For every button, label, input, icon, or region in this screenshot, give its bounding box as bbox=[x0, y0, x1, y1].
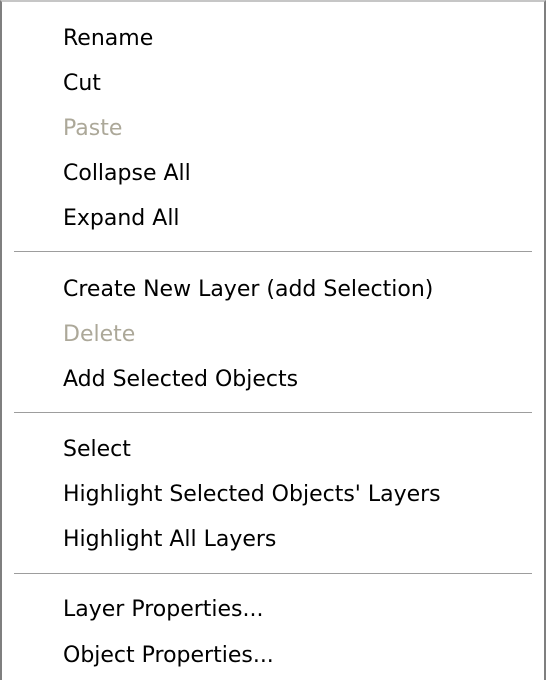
menu-separator bbox=[14, 412, 532, 414]
context-menu: Rename Cut Paste Collapse All Expand All… bbox=[0, 0, 546, 680]
menu-item-cut[interactable]: Cut bbox=[63, 71, 101, 97]
menu-item-collapse-all[interactable]: Collapse All bbox=[63, 161, 191, 187]
menu-separator bbox=[14, 251, 532, 253]
menu-item-object-properties[interactable]: Object Properties... bbox=[63, 643, 274, 669]
menu-item-rename[interactable]: Rename bbox=[63, 26, 153, 52]
menu-item-layer-properties[interactable]: Layer Properties... bbox=[63, 597, 264, 623]
menu-separator bbox=[14, 573, 532, 575]
menu-item-create-new-layer[interactable]: Create New Layer (add Selection) bbox=[63, 277, 433, 303]
menu-item-delete: Delete bbox=[63, 322, 136, 347]
menu-item-paste: Paste bbox=[63, 116, 123, 141]
menu-item-highlight-selected-objects-layers[interactable]: Highlight Selected Objects' Layers bbox=[63, 482, 441, 508]
menu-item-add-selected-objects[interactable]: Add Selected Objects bbox=[63, 367, 298, 393]
menu-item-select[interactable]: Select bbox=[63, 437, 131, 463]
menu-item-highlight-all-layers[interactable]: Highlight All Layers bbox=[63, 527, 276, 553]
menu-item-expand-all[interactable]: Expand All bbox=[63, 206, 180, 232]
